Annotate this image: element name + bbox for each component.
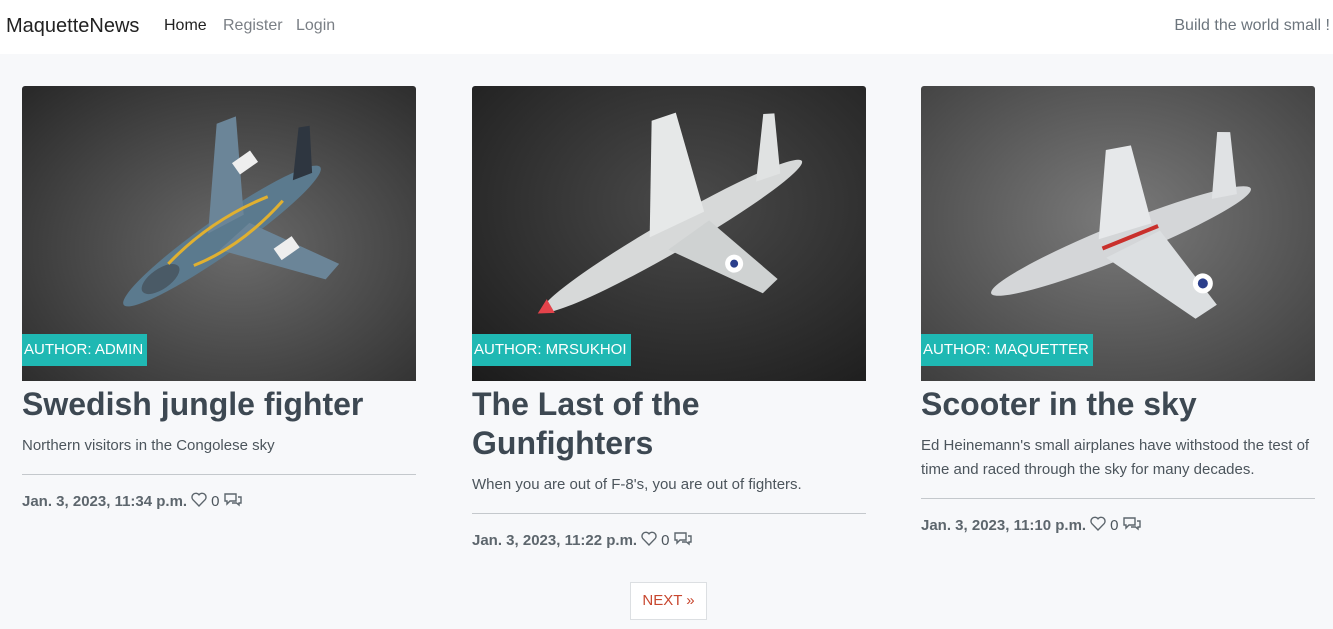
post-date: Jan. 3, 2023, 11:10 p.m. xyxy=(921,517,1087,534)
post-card[interactable]: AUTHOR: MRSUKHOI The Last of the Gunfigh… xyxy=(472,86,866,550)
heart-icon[interactable] xyxy=(191,492,207,511)
nav-home[interactable]: Home xyxy=(164,17,207,35)
comments-icon[interactable] xyxy=(673,531,693,550)
like-count: 0 xyxy=(661,532,670,549)
post-title[interactable]: Swedish jungle fighter xyxy=(22,385,416,424)
author-badge[interactable]: AUTHOR: ADMIN xyxy=(22,334,148,366)
author-badge[interactable]: AUTHOR: MAQUETTER xyxy=(921,334,1093,366)
heart-icon[interactable] xyxy=(641,531,657,550)
nav-register[interactable]: Register xyxy=(223,17,283,35)
post-title[interactable]: Scooter in the sky xyxy=(921,385,1315,424)
comments-icon[interactable] xyxy=(223,492,243,511)
divider xyxy=(921,498,1315,499)
post-date: Jan. 3, 2023, 11:34 p.m. xyxy=(22,493,188,510)
divider xyxy=(472,513,866,514)
post-image[interactable]: AUTHOR: ADMIN xyxy=(22,86,416,381)
next-page-button[interactable]: NEXT » xyxy=(630,582,707,620)
post-meta: Jan. 3, 2023, 11:34 p.m. 0 xyxy=(22,492,416,511)
post-date: Jan. 3, 2023, 11:22 p.m. xyxy=(472,532,638,549)
author-badge[interactable]: AUTHOR: MRSUKHOI xyxy=(472,334,631,366)
heart-icon[interactable] xyxy=(1090,516,1106,535)
post-meta: Jan. 3, 2023, 11:10 p.m. 0 xyxy=(921,516,1315,535)
like-count: 0 xyxy=(1110,517,1119,534)
nav-login[interactable]: Login xyxy=(296,17,335,35)
post-subtitle: Northern visitors in the Congolese sky xyxy=(22,437,275,454)
post-card[interactable]: AUTHOR: MAQUETTER Scooter in the sky Ed … xyxy=(921,86,1315,535)
post-card[interactable]: AUTHOR: ADMIN Swedish jungle fighter Nor… xyxy=(22,86,416,511)
divider xyxy=(22,474,416,475)
post-image[interactable]: AUTHOR: MAQUETTER xyxy=(921,86,1315,381)
post-image[interactable]: AUTHOR: MRSUKHOI xyxy=(472,86,866,381)
brand-link[interactable]: MaquetteNews xyxy=(6,15,139,38)
like-count: 0 xyxy=(211,493,220,510)
comments-icon[interactable] xyxy=(1122,516,1142,535)
post-subtitle: When you are out of F-8's, you are out o… xyxy=(472,476,802,493)
navbar: MaquetteNews Home Register Login Build t… xyxy=(0,0,1333,54)
tagline: Build the world small ! xyxy=(1174,17,1330,34)
post-title[interactable]: The Last of the Gunfighters xyxy=(472,385,732,463)
post-meta: Jan. 3, 2023, 11:22 p.m. 0 xyxy=(472,531,866,550)
post-subtitle: Ed Heinemann's small airplanes have with… xyxy=(921,437,1310,478)
